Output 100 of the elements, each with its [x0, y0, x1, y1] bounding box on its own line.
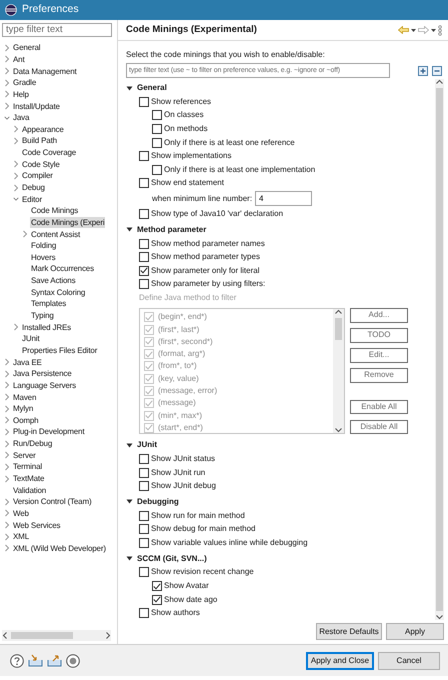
checkbox[interactable]	[152, 164, 162, 175]
collapsed-chevron-icon[interactable]	[4, 498, 10, 506]
checkbox[interactable]	[139, 538, 149, 548]
import-icon[interactable]	[28, 654, 43, 668]
section-toggle-icon[interactable]	[126, 227, 133, 232]
tree-item[interactable]: Terminal	[12, 461, 44, 472]
collapsed-chevron-icon[interactable]	[13, 125, 19, 134]
checkbox[interactable]	[152, 110, 162, 120]
horizontal-scrollbar[interactable]	[2, 630, 111, 642]
scroll-up-icon[interactable]	[436, 79, 443, 85]
scroll-down-icon[interactable]	[335, 427, 342, 434]
tree-item[interactable]: Java	[12, 112, 30, 124]
tree-item[interactable]: Web	[12, 508, 30, 519]
cancel-button[interactable]: Cancel	[378, 652, 440, 670]
collapsed-chevron-icon[interactable]	[4, 78, 10, 87]
tree-item[interactable]: TextMate	[12, 473, 46, 484]
tree-item[interactable]: XML (Wild Web Developer)	[12, 542, 107, 554]
scroll-thumb[interactable]	[335, 318, 342, 340]
tree-item[interactable]: Mark Occurrences	[30, 263, 95, 274]
tree-item[interactable]: Gradle	[12, 77, 38, 88]
tree-item[interactable]: Properties Files Editor	[21, 344, 98, 356]
checkbox[interactable]	[152, 581, 162, 592]
tree-item[interactable]: Web Services	[12, 520, 62, 531]
tree-item[interactable]: Debug	[21, 182, 46, 193]
section-toggle-icon[interactable]	[126, 499, 133, 504]
apply-button[interactable]: Apply	[386, 623, 444, 640]
collapsed-chevron-icon[interactable]	[13, 160, 19, 168]
checkbox[interactable]	[139, 96, 149, 107]
checkbox[interactable]	[139, 454, 149, 464]
checkbox[interactable]	[139, 608, 149, 618]
collapsed-chevron-icon[interactable]	[4, 102, 10, 110]
collapsed-chevron-icon[interactable]	[4, 393, 10, 402]
collapsed-chevron-icon[interactable]	[4, 521, 10, 530]
section-title[interactable]: SCCM (Git, SVN...)	[137, 552, 207, 565]
collapsed-chevron-icon[interactable]	[13, 323, 19, 332]
collapsed-chevron-icon[interactable]	[4, 416, 10, 424]
tree-item[interactable]: Templates	[30, 298, 68, 310]
tree-item[interactable]: Plug-in Development	[12, 426, 86, 438]
tree-item[interactable]: XML	[12, 531, 30, 542]
dropdown-caret-icon[interactable]	[431, 28, 436, 32]
vertical-scrollbar[interactable]	[333, 309, 344, 434]
collapsed-chevron-icon[interactable]	[4, 509, 10, 518]
collapsed-chevron-icon[interactable]	[4, 381, 10, 390]
collapsed-chevron-icon[interactable]	[4, 440, 10, 448]
tree-item[interactable]: Server	[12, 450, 37, 461]
collapsed-chevron-icon[interactable]	[4, 474, 10, 483]
section-title[interactable]: Debugging	[137, 496, 179, 508]
tree-item[interactable]: Ant	[12, 54, 26, 65]
tree-item[interactable]: Version Control (Team)	[12, 496, 93, 508]
checkbox[interactable]	[152, 138, 162, 148]
collapsed-chevron-icon[interactable]	[4, 544, 10, 552]
section-title[interactable]: JUnit	[137, 439, 157, 452]
checkbox[interactable]	[139, 468, 149, 478]
section-title[interactable]: General	[137, 82, 167, 94]
tree-item[interactable]: Run/Debug	[12, 438, 54, 450]
record-icon[interactable]	[66, 654, 80, 668]
checkbox[interactable]	[139, 178, 149, 188]
tree-item[interactable]: Save Actions	[30, 275, 76, 286]
checkbox[interactable]	[139, 266, 149, 276]
tree-item[interactable]: Validation	[12, 484, 48, 496]
vertical-scrollbar[interactable]	[435, 79, 444, 620]
apply-and-close-button[interactable]: Apply and Close	[306, 652, 374, 670]
scroll-left-icon[interactable]	[2, 632, 8, 640]
tree-item[interactable]: Appearance	[21, 124, 65, 135]
tree-item[interactable]: Hovers	[30, 252, 56, 263]
collapsed-chevron-icon[interactable]	[13, 184, 19, 192]
section-toggle-icon[interactable]	[126, 86, 133, 90]
export-icon[interactable]	[47, 654, 62, 668]
tree-item[interactable]: Language Servers	[12, 380, 77, 391]
tree-item[interactable]: Content Assist	[30, 228, 82, 240]
collapsed-chevron-icon[interactable]	[4, 55, 10, 64]
number-field[interactable]: 4	[255, 191, 312, 206]
help-icon[interactable]	[10, 654, 24, 668]
tree-item[interactable]: Code Minings	[30, 205, 80, 216]
collapsed-chevron-icon[interactable]	[4, 532, 10, 541]
checkbox[interactable]	[139, 567, 149, 578]
checkbox[interactable]	[139, 238, 149, 249]
collapsed-chevron-icon[interactable]	[22, 230, 28, 238]
checkbox[interactable]	[139, 510, 149, 521]
scroll-up-icon[interactable]	[335, 309, 342, 316]
scroll-down-icon[interactable]	[436, 614, 443, 620]
checkbox[interactable]	[139, 208, 149, 219]
collapsed-chevron-icon[interactable]	[4, 404, 10, 413]
collapsed-chevron-icon[interactable]	[4, 451, 10, 460]
checkbox[interactable]	[139, 524, 149, 534]
collapsed-chevron-icon[interactable]	[4, 358, 10, 366]
tree-item[interactable]: Help	[12, 88, 30, 100]
collapsed-chevron-icon[interactable]	[13, 136, 19, 145]
scroll-right-icon[interactable]	[105, 632, 111, 640]
expand-all-icon[interactable]	[418, 66, 428, 76]
tree-item[interactable]: Code Coverage	[21, 147, 78, 158]
scroll-thumb[interactable]	[11, 632, 73, 640]
section-toggle-icon[interactable]	[126, 442, 133, 448]
tree-item[interactable]: Data Management	[12, 66, 78, 77]
dropdown-caret-icon[interactable]	[411, 28, 416, 32]
checkbox[interactable]	[152, 124, 162, 134]
tree-item[interactable]: Compiler	[21, 170, 54, 182]
collapse-all-icon[interactable]	[432, 66, 442, 76]
collapsed-chevron-icon[interactable]	[4, 67, 10, 76]
checkbox[interactable]	[139, 151, 149, 162]
